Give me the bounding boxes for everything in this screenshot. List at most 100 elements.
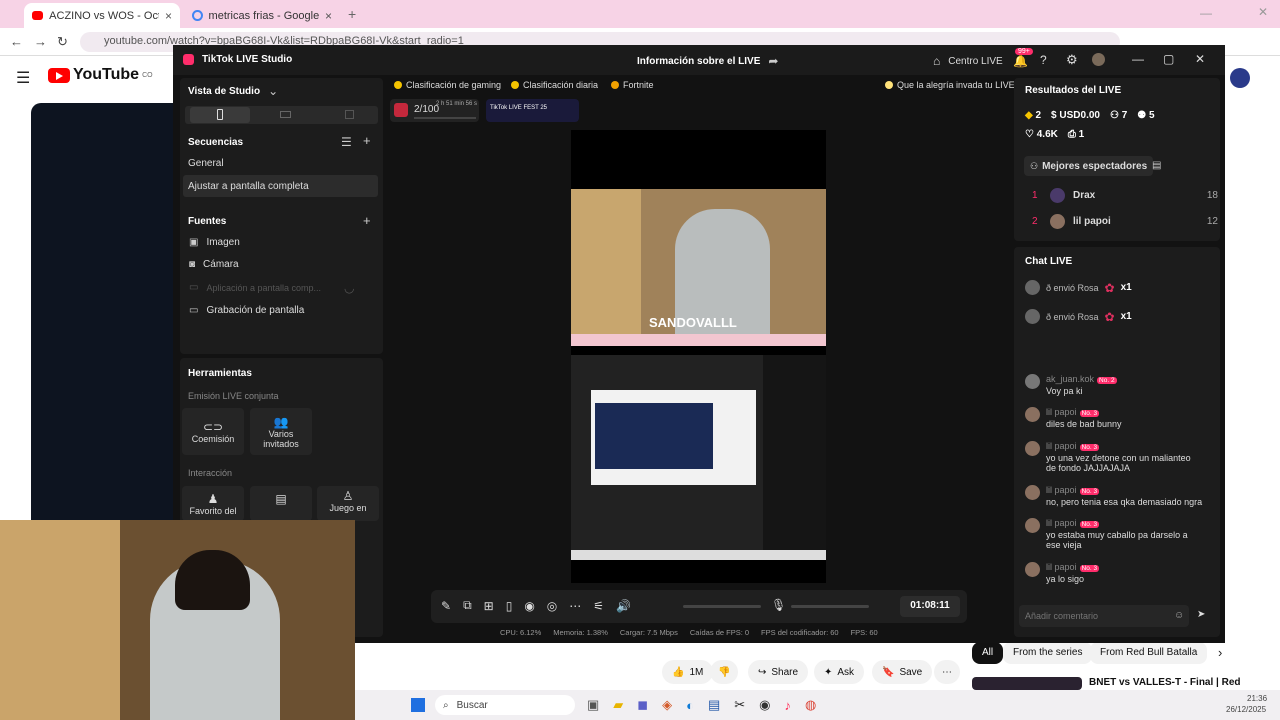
game-button[interactable]: ♙ Juego en xyxy=(317,486,379,521)
reload-icon[interactable]: ↻ xyxy=(57,34,68,50)
account-avatar[interactable] xyxy=(1230,68,1250,88)
settings-icon[interactable]: ⚙ xyxy=(1066,52,1078,68)
help-icon[interactable]: ? xyxy=(1040,53,1047,67)
mic-slider[interactable] xyxy=(791,605,869,608)
close-tab-icon[interactable]: × xyxy=(325,9,332,23)
youtube-logo[interactable]: YouTube CO xyxy=(48,66,153,84)
store-icon[interactable]: ▤ xyxy=(708,697,720,713)
windows-start-icon[interactable] xyxy=(411,698,425,712)
minimize-studio-icon[interactable]: — xyxy=(1132,52,1144,66)
centro-live-button[interactable]: ⌂ Centro LIVE xyxy=(933,54,1003,68)
gaming-ranking-chip[interactable]: Clasificación de gaming xyxy=(394,78,501,92)
sliders-icon[interactable]: ⚟ xyxy=(593,599,604,613)
capcut-icon[interactable]: ✂ xyxy=(734,697,745,713)
profile-avatar[interactable] xyxy=(1092,53,1105,66)
app-window-icon: ▭ xyxy=(189,282,199,293)
edge-icon[interactable]: ◐ xyxy=(686,698,694,713)
gift-goal-button[interactable]: ▤ xyxy=(250,486,312,521)
filter-chip-series[interactable]: From the series xyxy=(1003,642,1093,664)
dual-icon[interactable] xyxy=(345,110,354,119)
record-icon[interactable]: ◉ xyxy=(524,599,534,613)
landscape-icon[interactable] xyxy=(280,111,291,118)
top-viewer-row[interactable]: 2 lil papoi 12 xyxy=(1032,214,1218,229)
promo-chip[interactable]: Que la alegría invada tu LIVE xyxy=(885,78,1015,92)
sequence-item[interactable]: General xyxy=(188,158,224,169)
send-icon[interactable]: ➤ xyxy=(1197,609,1205,620)
chat-message[interactable]: lil papoi No. 3 diles de bad bunny xyxy=(1025,407,1215,429)
microphone-icon[interactable]: 🎙 xyxy=(771,598,786,612)
next-video-title[interactable]: BNET vs VALLES-T - Final | Red xyxy=(1089,677,1241,688)
filter-chip-redbull[interactable]: From Red Bull Batalla xyxy=(1090,642,1208,664)
new-tab-icon[interactable]: + xyxy=(348,6,356,22)
list-icon[interactable]: ☰ xyxy=(341,135,352,149)
maximize-studio-icon[interactable]: ▢ xyxy=(1163,52,1174,66)
more-actions-button[interactable]: ⋯ xyxy=(934,660,960,684)
top-viewers-tab[interactable]: ⚇ Mejores espectadores xyxy=(1024,156,1154,176)
close-tab-icon[interactable]: × xyxy=(165,9,172,23)
ranking-list-icon[interactable]: ▤ xyxy=(1152,160,1161,171)
chat-message[interactable]: lil papoi No. 3 no, pero tenia esa qka de… xyxy=(1025,485,1215,507)
capture-icon[interactable]: ◎ xyxy=(547,599,557,613)
favorite-button[interactable]: ♟ Favorito del xyxy=(182,486,244,521)
youtube-video-player[interactable] xyxy=(31,103,176,523)
tiktok-icon[interactable]: ♪ xyxy=(785,698,792,713)
studio-view-selector[interactable]: Vista de Studio xyxy=(188,86,260,97)
chat-message[interactable]: ak_juan.kok No. 2 Voy pa ki xyxy=(1025,374,1215,396)
comment-input[interactable] xyxy=(1019,605,1189,627)
speaker-icon[interactable]: 🔊 xyxy=(616,599,631,613)
filter-chip-all[interactable]: All xyxy=(972,642,1004,664)
forward-icon[interactable]: → xyxy=(34,34,47,49)
file-explorer-icon[interactable]: ▰ xyxy=(613,697,623,713)
fortnite-chip[interactable]: Fortnite xyxy=(611,78,654,92)
chrome-icon[interactable]: ◍ xyxy=(805,697,816,713)
chevron-right-icon[interactable]: › xyxy=(1218,645,1222,660)
magic-wand-icon[interactable]: ✎ xyxy=(441,599,451,613)
obs-icon[interactable]: ◉ xyxy=(759,697,770,713)
office-icon[interactable]: ◈ xyxy=(662,697,672,713)
like-button[interactable]: 👍 1M xyxy=(662,660,714,684)
back-icon[interactable]: ← xyxy=(10,34,23,49)
volume-slider[interactable] xyxy=(683,605,761,608)
task-view-icon[interactable]: ▣ xyxy=(587,697,599,713)
phone-icon[interactable]: ▯ xyxy=(506,599,513,613)
bell-icon[interactable]: 🔔 xyxy=(1013,54,1028,68)
browser-tab-active[interactable]: ACZINO vs WOS - Octavos | Re × xyxy=(24,3,180,28)
clock-date[interactable]: 26/12/2025 xyxy=(1226,705,1266,714)
live-fest-banner[interactable]: TikTok LIVE FEST 25 xyxy=(486,99,579,122)
browser-tab[interactable]: metricas frias - Google Search × xyxy=(184,3,340,28)
taskbar-search[interactable]: ⌕ Buscar xyxy=(435,695,575,715)
layout-icon[interactable]: ⧉ xyxy=(463,598,472,613)
add-source-icon[interactable]: + xyxy=(363,213,371,228)
cohost-button[interactable]: ⊂⊃ Coemisión xyxy=(182,408,244,455)
dislike-button[interactable]: 👎 xyxy=(710,660,739,684)
more-icon[interactable]: ⋯ xyxy=(569,599,581,613)
source-item[interactable]: ◙ Cámara xyxy=(189,259,239,270)
daily-ranking-chip[interactable]: Clasificación diaria xyxy=(511,78,598,92)
orientation-toggle[interactable] xyxy=(185,106,378,124)
clock-time[interactable]: 21:36 xyxy=(1247,694,1267,703)
source-item-disabled[interactable]: ▭ Aplicación a pantalla comp... xyxy=(189,282,321,293)
gift-goal-widget[interactable]: 2/100 2 h 51 min 56 s xyxy=(390,99,479,122)
top-viewer-row[interactable]: 1 Drax 18 xyxy=(1032,188,1218,203)
emoji-icon[interactable]: ☺ xyxy=(1174,610,1184,621)
sequence-item-selected[interactable]: Ajustar a pantalla completa xyxy=(183,175,378,197)
chat-message[interactable]: lil papoi No. 3 ya lo sigo xyxy=(1025,562,1215,584)
hidden-eye-icon[interactable]: ◡ xyxy=(344,281,354,295)
source-item[interactable]: ▭ Grabación de pantalla xyxy=(189,305,304,316)
minimize-icon[interactable]: — xyxy=(1200,6,1212,20)
add-media-icon[interactable]: ⊞ xyxy=(484,599,494,613)
source-item[interactable]: ▣ Imagen xyxy=(189,237,240,248)
next-video-thumbnail[interactable] xyxy=(972,677,1082,690)
menu-icon[interactable]: ☰ xyxy=(16,68,30,88)
share-button[interactable]: ↪ Share xyxy=(748,660,809,684)
add-sequence-icon[interactable]: + xyxy=(363,133,371,148)
chat-message[interactable]: lil papoi No. 3 yo una vez detone con un … xyxy=(1025,441,1215,473)
close-studio-icon[interactable]: ✕ xyxy=(1195,52,1205,66)
save-button[interactable]: 🔖 Save xyxy=(872,660,933,684)
ask-button[interactable]: ✦ Ask xyxy=(814,660,865,684)
live-info-header[interactable]: Información sobre el LIVE ➦ xyxy=(637,54,778,68)
teams-icon[interactable]: ◼ xyxy=(637,697,648,713)
multi-guest-button[interactable]: 👥 Varios invitados xyxy=(250,408,312,455)
chat-message[interactable]: lil papoi No. 3 yo estaba muy caballo pa … xyxy=(1025,518,1215,550)
close-window-icon[interactable]: ✕ xyxy=(1258,5,1268,19)
